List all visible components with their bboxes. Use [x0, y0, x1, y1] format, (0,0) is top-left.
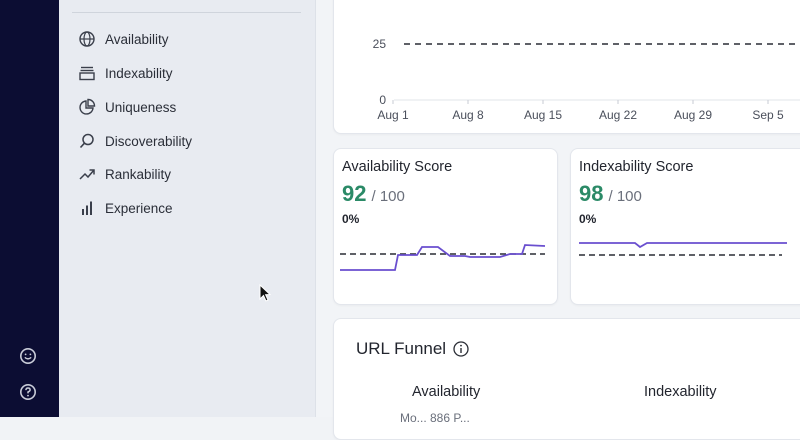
- score-delta: 0%: [342, 212, 360, 226]
- card-title: Availability Score: [342, 159, 453, 175]
- availability-score-card[interactable]: Availability Score 92 / 100 0%: [333, 148, 558, 305]
- sidebar-item-availability[interactable]: Availability: [78, 27, 169, 51]
- score-row: 92 / 100: [342, 181, 405, 207]
- funnel-header: URL Funnel: [356, 339, 469, 359]
- x-tick-label: Aug 1: [377, 108, 409, 122]
- help-circle-icon[interactable]: [19, 383, 37, 401]
- globe-icon: [79, 31, 95, 47]
- sidebar-item-uniqueness[interactable]: Uniqueness: [78, 95, 176, 119]
- url-funnel-card: URL Funnel Availability Indexability Mo.…: [333, 318, 800, 440]
- card-title: Indexability Score: [579, 159, 694, 175]
- sidebar-item-experience[interactable]: Experience: [78, 196, 173, 220]
- search-icon: [79, 133, 94, 149]
- sidebar-divider: [72, 12, 301, 13]
- y-tick-label: 0: [379, 93, 386, 107]
- info-icon[interactable]: [453, 341, 469, 357]
- availability-line: [340, 244, 546, 271]
- main-content: 25 0 Aug 1 Aug 8 Aug 15 Aug 22 Aug 29 Sep 5 A…: [316, 0, 800, 440]
- y-tick-label: 25: [373, 37, 387, 51]
- score-max: / 100: [608, 188, 642, 205]
- smiley-icon[interactable]: [19, 347, 37, 365]
- funnel-column-availability: Availability: [412, 384, 481, 400]
- x-tick-label: Aug 15: [524, 108, 562, 122]
- x-tick-label: Aug 8: [452, 108, 484, 122]
- score-value: 92: [342, 181, 367, 206]
- trend-chart-card: 25 0 Aug 1 Aug 8 Aug 15 Aug 22 Aug 29 Sep 5: [333, 0, 800, 134]
- sidebar-item-label: Availability: [105, 31, 169, 47]
- mouse-cursor-icon: [259, 284, 272, 302]
- availability-sparkline: [340, 244, 546, 271]
- x-tick-label: Sep 5: [752, 108, 784, 122]
- indexability-line: [579, 242, 787, 249]
- sidebar-item-label: Uniqueness: [105, 99, 177, 115]
- score-max: / 100: [371, 188, 405, 205]
- indexability-sparkline: [579, 242, 787, 256]
- x-tick-label: Aug 22: [599, 108, 637, 122]
- stack-icon: [79, 66, 95, 81]
- sidebar-item-label: Indexability: [105, 65, 173, 81]
- sidebar-item-label: Rankability: [105, 166, 172, 182]
- app-rail: [0, 0, 59, 417]
- funnel-truncated-text: Mo... 886 P...: [400, 411, 470, 425]
- bar-chart-icon: [82, 201, 92, 215]
- sidebar-item-label: Discoverability: [105, 133, 193, 149]
- sidebar: Availability Indexability Uniqueness Dis…: [59, 0, 316, 417]
- trending-up-icon: [79, 169, 95, 180]
- score-value: 98: [579, 181, 604, 206]
- sidebar-item-label: Experience: [105, 200, 173, 216]
- sidebar-item-discoverability[interactable]: Discoverability: [78, 129, 192, 153]
- funnel-column-indexability: Indexability: [644, 384, 717, 400]
- sidebar-item-rankability[interactable]: Rankability: [78, 162, 171, 186]
- score-row: 98 / 100: [579, 181, 642, 207]
- trend-chart: 25 0 Aug 1 Aug 8 Aug 15 Aug 22 Aug 29 Sep 5: [373, 37, 800, 122]
- sidebar-item-indexability[interactable]: Indexability: [78, 61, 173, 85]
- x-tick-label: Aug 29: [674, 108, 712, 122]
- funnel-title: URL Funnel: [356, 339, 447, 358]
- score-delta: 0%: [579, 212, 597, 226]
- pie-chart-icon: [79, 98, 96, 115]
- indexability-score-card[interactable]: Indexability Score 98 / 100 0%: [570, 148, 800, 305]
